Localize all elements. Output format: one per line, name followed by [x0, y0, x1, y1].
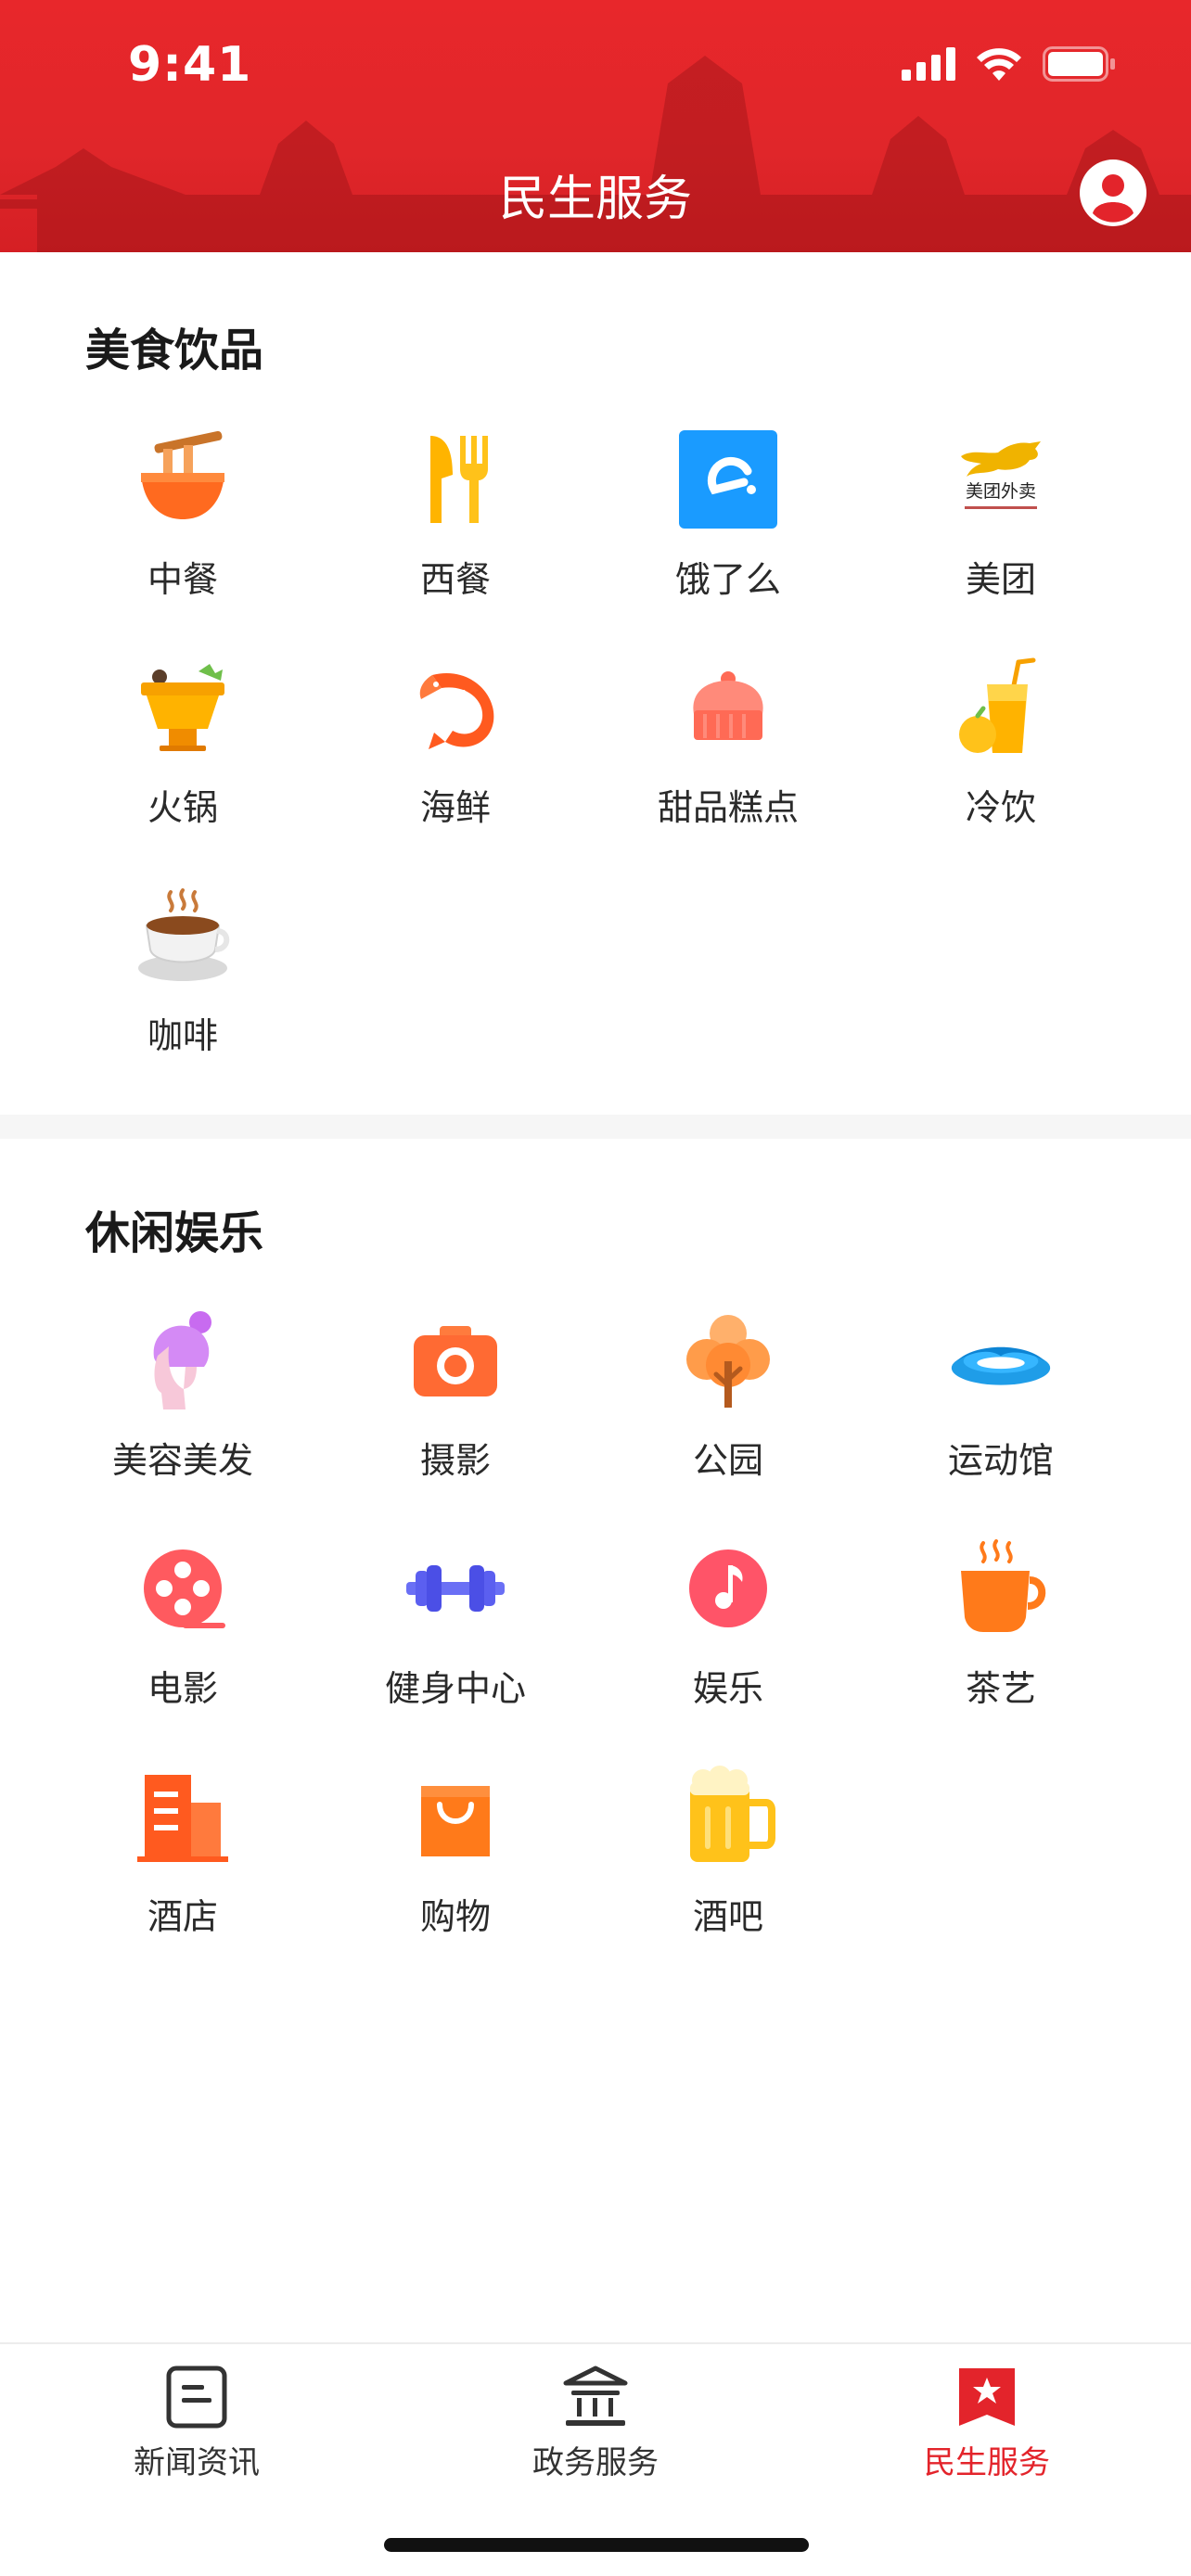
section-divider	[0, 1115, 1191, 1139]
leisure-entertainment-section: 休闲娱乐 美容美发 摄影 公园 运动馆 电影 健身中心 娱乐 茶艺 酒店 购物 …	[0, 1139, 1191, 2342]
service-fitness-center[interactable]: 健身中心	[319, 1537, 592, 1711]
service-label: 中餐	[147, 559, 218, 600]
status-icons	[902, 46, 1117, 82]
shrimp-icon	[419, 673, 494, 749]
service-label: 西餐	[419, 559, 491, 600]
service-hotel[interactable]: 酒店	[46, 1766, 319, 1939]
hotel-building-icon	[137, 1775, 228, 1862]
tab-label: 新闻资讯	[134, 2444, 260, 2481]
tab-news[interactable]: 新闻资讯	[58, 2365, 336, 2482]
service-label: 购物	[419, 1896, 491, 1937]
tab-label: 民生服务	[924, 2444, 1050, 2481]
service-tea-art[interactable]: 茶艺	[864, 1537, 1137, 1711]
service-chinese-food[interactable]: 中餐	[46, 428, 319, 602]
battery-icon	[1043, 46, 1115, 82]
app-header: 9:41 民生服务	[0, 0, 1191, 252]
service-cold-drinks[interactable]: 冷饮	[864, 657, 1137, 830]
news-icon	[166, 2366, 227, 2429]
service-label: 甜品糕点	[657, 787, 799, 828]
home-indicator	[384, 2538, 809, 2552]
noodle-bowl-icon	[141, 430, 224, 519]
meituan-logo-text: 美团外卖	[966, 481, 1036, 502]
tree-icon	[686, 1315, 770, 1408]
service-shopping[interactable]: 购物	[319, 1766, 592, 1939]
food-drinks-section: 美食饮品 中餐 西餐 饿了么 美团外卖 美团 火锅 海鲜 甜品糕点 冷饮 咖啡	[0, 252, 1191, 1115]
service-coffee[interactable]: 咖啡	[46, 885, 319, 1058]
service-label: 美容美发	[111, 1440, 253, 1481]
hotpot-icon	[141, 664, 224, 751]
stadium-icon	[951, 1346, 1051, 1385]
service-label: 海鲜	[419, 787, 491, 828]
service-movie[interactable]: 电影	[46, 1537, 319, 1711]
section-title: 休闲娱乐	[85, 1207, 264, 1259]
status-bar: 9:41	[0, 0, 1191, 130]
service-label: 饿了么	[674, 559, 781, 600]
tab-government-services[interactable]: 政务服务	[456, 2365, 735, 2482]
service-label: 酒店	[147, 1896, 218, 1937]
service-label: 摄影	[419, 1440, 491, 1481]
user-profile-icon[interactable]	[1078, 158, 1148, 228]
cake-icon	[693, 671, 763, 740]
tab-label: 政务服务	[532, 2444, 659, 2481]
service-label: 美团	[965, 559, 1036, 600]
service-sports-venue[interactable]: 运动馆	[864, 1309, 1137, 1483]
eleme-logo-icon	[679, 430, 777, 529]
dumbbell-icon	[406, 1565, 505, 1612]
service-park[interactable]: 公园	[592, 1309, 864, 1483]
service-meituan[interactable]: 美团外卖 美团	[864, 428, 1137, 602]
service-label: 咖啡	[147, 1015, 218, 1056]
service-desserts[interactable]: 甜品糕点	[592, 657, 864, 830]
tab-livelihood-services[interactable]: 民生服务	[848, 2365, 1126, 2482]
tea-cup-icon	[961, 1539, 1046, 1632]
service-bar[interactable]: 酒吧	[592, 1766, 864, 1939]
service-eleme[interactable]: 饿了么	[592, 428, 864, 602]
hair-salon-icon	[153, 1311, 211, 1409]
shopping-bag-icon	[421, 1786, 490, 1856]
service-label: 电影	[147, 1668, 218, 1709]
service-photography[interactable]: 摄影	[319, 1309, 592, 1483]
service-label: 火锅	[147, 787, 218, 828]
service-beauty-salon[interactable]: 美容美发	[46, 1309, 319, 1483]
wifi-icon	[977, 48, 1021, 81]
coffee-cup-icon	[138, 888, 230, 981]
service-entertainment[interactable]: 娱乐	[592, 1537, 864, 1711]
service-seafood[interactable]: 海鲜	[319, 657, 592, 830]
service-western-food[interactable]: 西餐	[319, 428, 592, 602]
section-title: 美食饮品	[85, 325, 264, 376]
cellular-signal-icon	[902, 47, 955, 81]
status-time: 9:41	[128, 37, 252, 93]
government-building-icon	[563, 2366, 628, 2426]
camera-icon	[414, 1326, 497, 1396]
meituan-waimai-logo-icon: 美团外卖	[961, 441, 1041, 509]
bookmark-star-icon	[959, 2368, 1015, 2426]
fork-knife-icon	[430, 436, 488, 523]
service-label: 酒吧	[692, 1896, 763, 1937]
music-note-icon	[689, 1549, 767, 1627]
service-label: 娱乐	[692, 1668, 763, 1709]
film-reel-icon	[144, 1549, 225, 1628]
service-label: 健身中心	[384, 1668, 526, 1709]
service-label: 运动馆	[947, 1440, 1054, 1481]
page-title: 民生服务	[498, 172, 692, 227]
service-label: 冷饮	[965, 787, 1036, 828]
beer-mug-icon	[690, 1766, 775, 1862]
service-label: 茶艺	[965, 1668, 1036, 1709]
service-hotpot[interactable]: 火锅	[46, 657, 319, 830]
cold-drink-icon	[959, 657, 1036, 753]
service-label: 公园	[692, 1440, 763, 1481]
